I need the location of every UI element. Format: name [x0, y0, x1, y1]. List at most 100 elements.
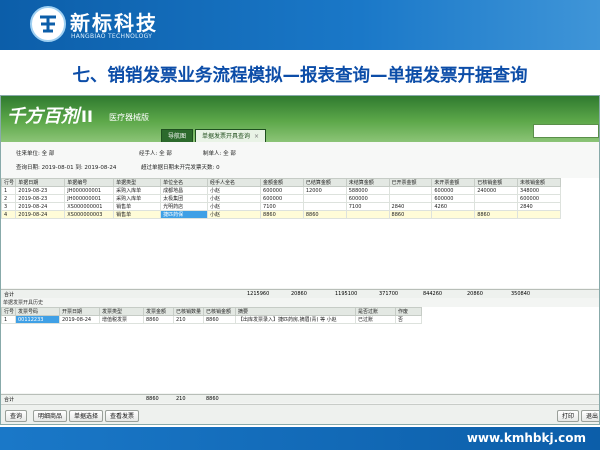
cell-bill-number: XS000000003: [64, 210, 115, 219]
cell-written-off-amount: 8860: [203, 315, 236, 324]
cell-row-number: 3: [1, 202, 17, 211]
cell-not-written-off: [517, 210, 561, 219]
cell-date: 2019-08-24: [15, 202, 66, 211]
cell-written-off-qty: 210: [173, 315, 204, 324]
filter-maker: 制单人: 全 部: [203, 151, 236, 157]
table-row[interactable]: 1 00112233 2019-08-24 增值税发票 8860 210 886…: [1, 315, 422, 324]
column-header[interactable]: 开票日期: [59, 307, 100, 316]
column-header[interactable]: 发票类型: [99, 307, 144, 316]
column-header[interactable]: 未核销金额: [517, 178, 561, 187]
app-edition: 医疗器械版: [109, 113, 149, 122]
cell-handler: 小赵: [207, 194, 262, 203]
cell-settled: 12000: [302, 186, 347, 195]
cell-handler: 小赵: [207, 202, 262, 211]
column-header[interactable]: 是否过账: [355, 307, 396, 316]
column-header[interactable]: 已结算金额: [302, 178, 347, 187]
table-row[interactable]: 3 2019-08-24 XS000000001 销售单 光明药店 小赵 710…: [1, 202, 561, 211]
company-name-en: HANGBIAO TECHNOLOGY: [71, 33, 153, 40]
table-row[interactable]: 2 2019-08-23 JH000000001 采购入库单 太极集团 小赵 6…: [1, 194, 561, 203]
cell-amount: 7100: [260, 202, 304, 211]
company-logo-icon: [30, 6, 66, 42]
close-icon[interactable]: ×: [254, 133, 259, 140]
column-header[interactable]: 摘要: [235, 307, 356, 316]
view-invoice-button[interactable]: 查看发票: [105, 410, 140, 422]
table-row-selected[interactable]: 4 2019-08-24 XS000000003 销售单 捷匹药保 小赵 886…: [1, 210, 561, 219]
bill-select-button[interactable]: 单据选择: [69, 410, 104, 422]
cell-unsettled: 588000: [345, 186, 390, 195]
cell-invoice-type: 增值税发票: [99, 315, 144, 324]
table-header-row: 行号 单据日期 单据编号 单据类型 单位全名 经手人全名 金额金额 已结算金额 …: [1, 178, 561, 187]
column-header[interactable]: 行号: [1, 178, 17, 187]
cell-date: 2019-08-23: [15, 194, 66, 203]
footer-url: www.kmhbkj.com: [466, 431, 586, 445]
cell-bill-number: JH000000001: [64, 186, 115, 195]
cell-date: 2019-08-24: [15, 210, 66, 219]
tab-label: 导航图: [168, 133, 187, 140]
cell-date: 2019-08-23: [15, 186, 66, 195]
total-written-off-amount: 8860: [206, 396, 219, 402]
cell-unit-name: 成都地昌: [160, 186, 209, 195]
column-header[interactable]: 金额金额: [260, 178, 304, 187]
print-button[interactable]: 打印: [557, 410, 580, 422]
cell-invoice-date: 2019-08-24: [59, 315, 100, 324]
exit-button[interactable]: 退出: [581, 410, 599, 422]
column-header[interactable]: 已核销金额: [203, 307, 236, 316]
totals-label: 合计: [4, 292, 15, 298]
cell-invoice-number[interactable]: 00112233: [15, 315, 60, 324]
column-header[interactable]: 已开票金额: [388, 178, 433, 187]
cell-uninvoiced: 600000: [431, 186, 476, 195]
cell-unit-name[interactable]: 捷匹药保: [160, 210, 209, 219]
column-header[interactable]: 单位全名: [160, 178, 209, 187]
history-totals-row: 合计 8860 210 8860: [1, 394, 599, 403]
table-row[interactable]: 1 2019-08-23 JH000000001 采购入库单 成都地昌 小赵 6…: [1, 186, 561, 195]
column-header[interactable]: 单据日期: [15, 178, 66, 187]
column-header[interactable]: 未结算金额: [345, 178, 390, 187]
cell-invoiced: 2840: [388, 202, 433, 211]
cell-uninvoiced: 4260: [431, 202, 476, 211]
column-header[interactable]: 发票号码: [15, 307, 60, 316]
total-unsettled: 1195100: [335, 291, 358, 297]
total-written-off-qty: 210: [176, 396, 186, 402]
total-invoice-amount: 8860: [146, 396, 159, 402]
cell-bill-type: 销售单: [113, 210, 162, 219]
column-header[interactable]: 行号: [1, 307, 16, 316]
filter-date-range: 查询日期: 2019-08-01 到: 2019-08-24: [16, 165, 117, 171]
cell-written-off: 8860: [474, 210, 519, 219]
cell-settled: [302, 194, 347, 203]
tab-navigation[interactable]: 导航图: [161, 129, 194, 142]
main-grid: 行号 单据日期 单据编号 单据类型 单位全名 经手人全名 金额金额 已结算金额 …: [1, 178, 599, 288]
app-top-bar: 千方百剂 II 医疗器械版 导航图 单据发票开具查询 ×: [1, 96, 599, 142]
cell-bill-type: 销售单: [113, 202, 162, 211]
history-section-title: 单据发票开具历史: [3, 300, 44, 306]
app-window: 千方百剂 II 医疗器械版 导航图 单据发票开具查询 × 往来单位: 全 部 经手人…: [0, 95, 600, 425]
filter-panel: 往来单位: 全 部 经手人: 全 部 制单人: 全 部 查询日期: 2019-0…: [1, 142, 599, 178]
main-totals-row: 合计 1215960 20860 1195100 371700 844260 2…: [1, 289, 599, 298]
cell-unsettled: 600000: [345, 194, 390, 203]
cell-invoiced: 8860: [388, 210, 433, 219]
column-header[interactable]: 作废: [395, 307, 422, 316]
column-header[interactable]: 单据类型: [113, 178, 162, 187]
column-header[interactable]: 单据编号: [64, 178, 115, 187]
column-header[interactable]: 发票金额: [143, 307, 174, 316]
table-header-row: 行号 发票号码 开票日期 发票类型 发票金额 已核销数量 已核销金额 摘要 是否…: [1, 307, 422, 316]
cell-row-number: 2: [1, 194, 17, 203]
column-header[interactable]: 已核销金额: [474, 178, 519, 187]
cell-bill-number: JH000000001: [64, 194, 115, 203]
app-logo-text: 千方百剂: [7, 106, 79, 127]
detail-goods-button[interactable]: 明细商品: [33, 410, 68, 422]
column-header[interactable]: 经手人全名: [207, 178, 262, 187]
total-not-written-off: 350840: [511, 291, 531, 297]
query-button[interactable]: 查询: [5, 410, 28, 422]
tab-bar: 导航图 单据发票开具查询 ×: [161, 129, 268, 142]
total-amount: 1215960: [247, 291, 270, 297]
column-header[interactable]: 已核销数量: [173, 307, 204, 316]
cell-amount: 8860: [260, 210, 304, 219]
search-input[interactable]: [533, 124, 599, 138]
tab-invoice-query[interactable]: 单据发票开具查询 ×: [195, 129, 267, 142]
cell-bill-number: XS000000001: [64, 202, 115, 211]
totals-label: 合计: [4, 397, 15, 403]
app-logo-version: II: [81, 107, 93, 126]
cell-row-number: 1: [1, 186, 17, 195]
column-header[interactable]: 未开票金额: [431, 178, 476, 187]
cell-unsettled: [345, 210, 390, 219]
